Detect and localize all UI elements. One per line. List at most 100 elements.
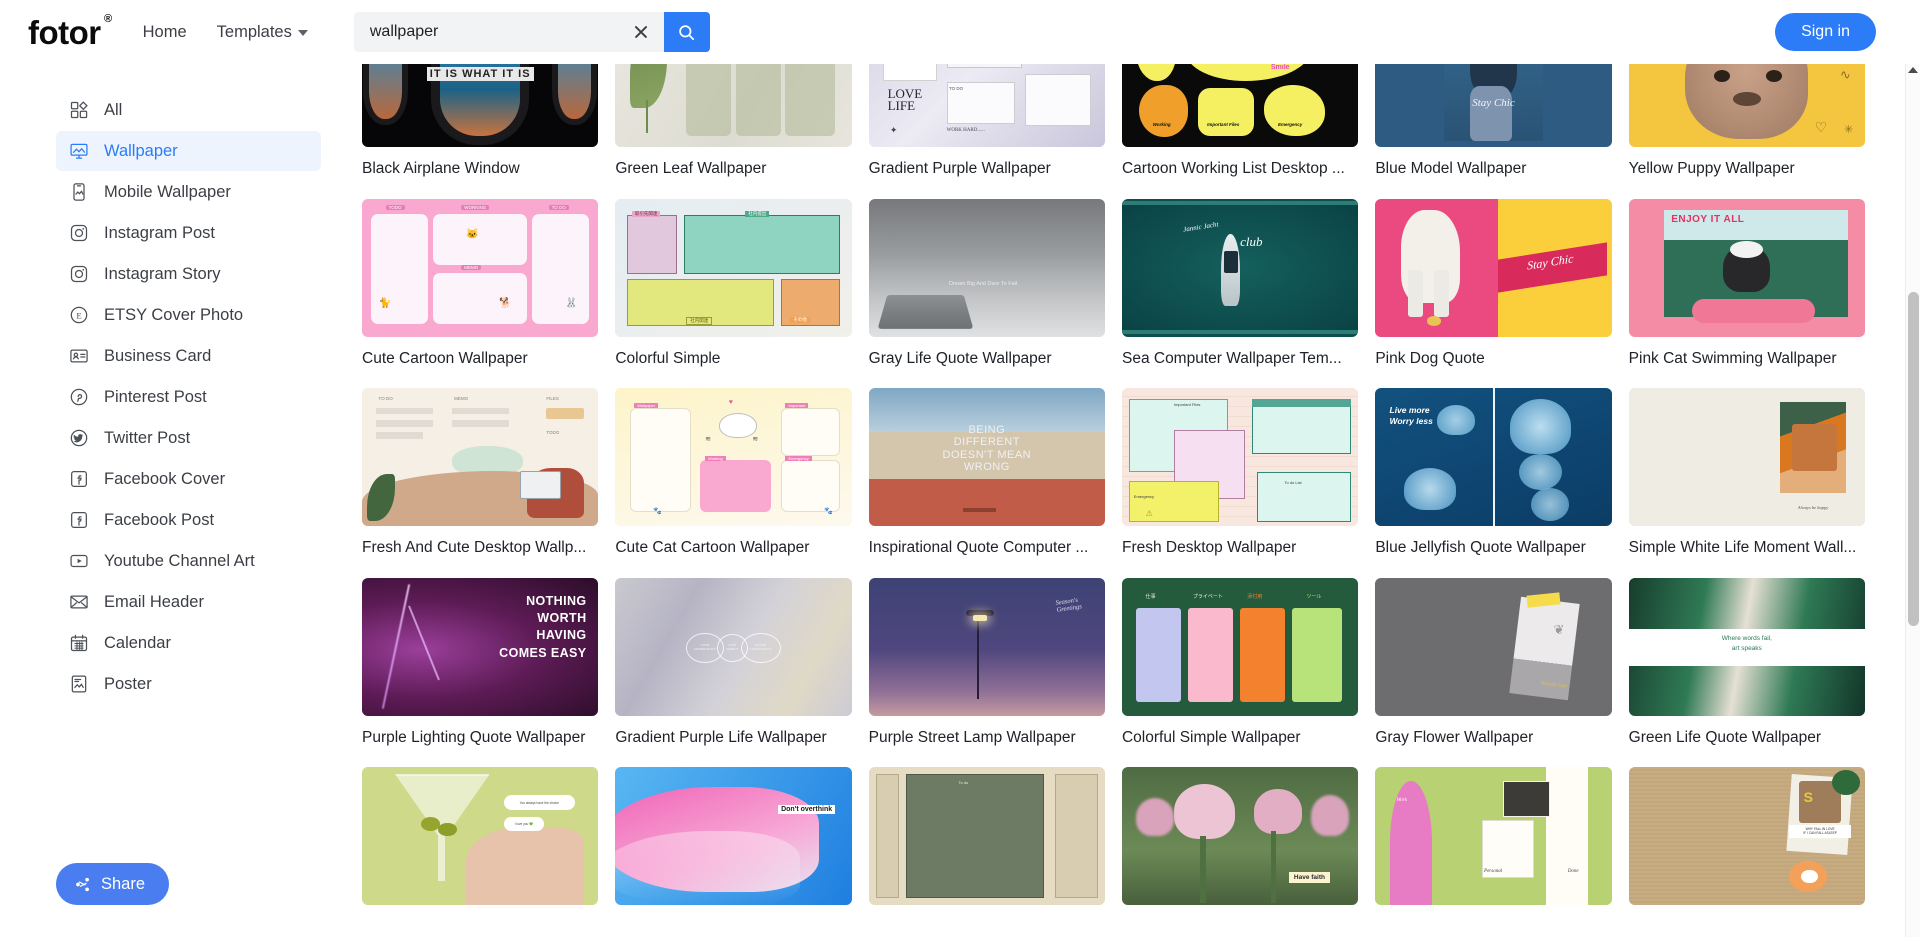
template-thumbnail[interactable]: Season's Greetings xyxy=(868,577,1105,716)
template-card[interactable]: Don't overthink xyxy=(615,767,852,937)
template-card[interactable]: 取引先関連 社内提出 社内関連 その他 Colorful Simple xyxy=(615,198,852,389)
template-thumbnail[interactable]: Don't overthink xyxy=(615,767,852,906)
close-icon[interactable] xyxy=(630,21,652,43)
template-thumbnail[interactable]: Work Personal Done xyxy=(1375,767,1612,906)
search-button[interactable] xyxy=(663,12,710,52)
template-card[interactable]: 仕事 プライベート 添付用 ツール Colorful Simple Wallpap… xyxy=(1121,577,1359,768)
sidebar-item-instagram-story[interactable]: Instagram Story xyxy=(56,254,321,294)
template-card-title: Black Airplane Window xyxy=(362,160,520,177)
template-thumbnail[interactable]: Working Personal To do xyxy=(615,64,852,147)
template-thumbnail[interactable]: ❦ Wanderlust xyxy=(1375,577,1612,716)
template-card[interactable]: BEING DIFFERENT DOESN'T MEAN WRONG Inspirat… xyxy=(868,388,1105,578)
sidebar-item-all[interactable]: All xyxy=(56,90,321,130)
sidebar-item-twitter-post[interactable]: Twitter Post xyxy=(56,418,321,458)
etsy-icon: E xyxy=(68,304,90,326)
fotor-logo[interactable]: fotor ® xyxy=(28,13,112,49)
template-card[interactable]: LOVE GENEROUSLY LIVE SIMPLY LEARN CONSTANTL… xyxy=(615,577,852,768)
search-input[interactable] xyxy=(369,23,630,41)
instagram-icon xyxy=(68,222,90,244)
sidebar-item-calendar[interactable]: Calendar xyxy=(56,623,321,663)
sidebar-item-youtube-channel-art[interactable]: Youtube Channel Art xyxy=(56,541,321,581)
template-card-title: Fresh Desktop Wallpaper xyxy=(1121,539,1297,557)
template-thumbnail[interactable]: Wallpaper Important Working Emergency ♥ … xyxy=(615,388,852,527)
search-box[interactable] xyxy=(353,12,664,52)
sidebar-item-mobile-wallpaper[interactable]: Mobile Wallpaper xyxy=(56,172,321,212)
template-card[interactable]: Wallpaper Important Working Emergency ♥ … xyxy=(615,388,852,578)
template-thumbnail[interactable]: Stay Chic xyxy=(1375,64,1612,147)
nav-item-templates[interactable]: Templates xyxy=(217,23,308,42)
template-card[interactable]: Always be happy Simple White Life Moment … xyxy=(1628,388,1865,578)
template-thumbnail[interactable]: You always have the choice I love you 💚 xyxy=(362,767,599,906)
template-card[interactable]: Stay Chic Pink Dog Quote xyxy=(1375,198,1612,389)
instagram-icon xyxy=(68,263,90,285)
template-thumbnail[interactable]: Live more Worry less xyxy=(1375,388,1612,527)
template-card[interactable]: TODO WORKING TO DO MEMO 🐱 🐈 🐕 🐰 Cute Cart… xyxy=(362,198,599,389)
template-thumbnail[interactable]: IT IS WHAT IT IS xyxy=(362,64,599,147)
sidebar-item-facebook-cover[interactable]: Facebook Cover xyxy=(56,459,321,499)
template-card[interactable]: Working Personal To do Green Leaf Wallpap… xyxy=(615,64,852,199)
pinterest-icon xyxy=(68,386,90,408)
sidebar-item-email-header[interactable]: Email Header xyxy=(56,582,321,622)
template-thumbnail[interactable]: BEING DIFFERENT DOESN'T MEAN WRONG xyxy=(868,388,1105,527)
template-card[interactable]: Work Personal Done xyxy=(1375,767,1612,937)
scrollbar-thumb[interactable] xyxy=(1908,292,1919,626)
template-thumbnail[interactable]: Stay Cute ∿ ♡ ✳ ∕∕ xyxy=(1628,64,1865,147)
sidebar-item-pinterest-post[interactable]: Pinterest Post xyxy=(56,377,321,417)
template-thumbnail[interactable]: Stay Chic xyxy=(1375,198,1612,337)
nav-item-home[interactable]: Home xyxy=(143,23,187,42)
sidebar-item-etsy-cover-photo[interactable]: E ETSY Cover Photo xyxy=(56,295,321,335)
search-area xyxy=(353,12,710,52)
sidebar-item-business-card[interactable]: Business Card xyxy=(56,336,321,376)
template-results-panel[interactable]: IT IS WHAT IT IS Black Airplane Window Wo… xyxy=(345,64,1905,937)
template-card[interactable]: You always have the choice I love you 💚 xyxy=(362,767,599,937)
template-card[interactable]: To do To review Working Important Files … xyxy=(1121,64,1359,199)
sidebar-item-facebook-post[interactable]: Facebook Post xyxy=(56,500,321,540)
template-card[interactable]: IT IS WHAT IT IS Black Airplane Window xyxy=(362,64,599,199)
template-card[interactable]: Important Files To do List Emergency ⚠ Fr… xyxy=(1121,388,1359,578)
template-thumbnail[interactable]: 取引先関連 社内提出 社内関連 その他 xyxy=(615,198,852,337)
template-card[interactable]: Where words fail, art speaks Green Life Qu… xyxy=(1628,577,1865,768)
template-card[interactable]: Have faith xyxy=(1121,767,1359,937)
template-thumbnail[interactable]: S WHY FALL IN LOVE IF I CAN FALL ASLEEP xyxy=(1628,767,1865,906)
template-card[interactable]: Live more Worry less Blue Jellyfish Quote … xyxy=(1375,388,1612,578)
template-card[interactable]: ENJOY IT ALL Pink Cat Swimming Wallpaper xyxy=(1628,198,1865,389)
template-card[interactable]: ❦ Wanderlust Gray Flower Wallpaper xyxy=(1375,577,1612,768)
template-thumbnail[interactable]: LOVE GENEROUSLY LIVE SIMPLY LEARN CONSTANTL… xyxy=(615,577,852,716)
template-card[interactable]: Stay Chic Blue Model Wallpaper xyxy=(1375,64,1612,199)
sign-in-button[interactable]: Sign in xyxy=(1775,13,1876,51)
template-card-title: Pink Dog Quote xyxy=(1375,349,1485,367)
template-thumbnail[interactable]: TODO WORKING TO DO MEMO 🐱 🐈 🐕 🐰 xyxy=(362,198,599,337)
caret-up-icon[interactable] xyxy=(1908,67,1918,73)
sidebar-item-poster[interactable]: Poster xyxy=(56,664,321,704)
template-thumbnail[interactable]: To do xyxy=(868,767,1105,906)
template-thumbnail[interactable]: 仕事 プライベート 添付用 ツール xyxy=(1121,577,1359,716)
template-thumbnail[interactable]: To do To review Working Important Files … xyxy=(1121,64,1359,147)
template-thumbnail[interactable]: Jannic Jacht club xyxy=(1121,198,1359,337)
template-thumbnail[interactable]: Always be happy xyxy=(1628,388,1865,527)
sidebar-item-label: Mobile Wallpaper xyxy=(104,182,231,201)
template-card[interactable]: NOTHING WORTH HAVING COMES EASY Purple Light… xyxy=(362,577,599,768)
share-button[interactable]: Share xyxy=(56,863,170,905)
template-card[interactable]: To do xyxy=(868,767,1105,937)
template-card[interactable]: Season's Greetings Purple Street Lamp Wall… xyxy=(868,577,1105,768)
calendar-icon xyxy=(68,632,90,654)
grid-icon xyxy=(68,99,90,121)
template-card[interactable]: TO DO MEMO FILES TODO Fresh And Cute Des… xyxy=(362,388,599,578)
template-thumbnail[interactable]: Have faith xyxy=(1121,767,1359,906)
template-thumbnail[interactable]: TO DO MEMO FILES TODO xyxy=(362,388,599,527)
template-card[interactable]: PERSONAL WORKING TO DO FIGHTING LOVELIFE… xyxy=(868,64,1105,199)
template-thumbnail[interactable]: Dream Big And Dare To Fail xyxy=(868,198,1105,337)
sidebar-item-wallpaper[interactable]: Wallpaper xyxy=(56,131,321,171)
template-card[interactable]: S WHY FALL IN LOVE IF I CAN FALL ASLEEP xyxy=(1628,767,1865,937)
template-thumbnail[interactable]: Important Files To do List Emergency ⚠ xyxy=(1121,388,1359,527)
template-thumbnail[interactable]: ENJOY IT ALL xyxy=(1628,198,1865,337)
template-thumbnail[interactable]: NOTHING WORTH HAVING COMES EASY xyxy=(362,577,599,716)
sidebar-item-instagram-post[interactable]: Instagram Post xyxy=(56,213,321,253)
template-card[interactable]: Jannic Jacht club Sea Computer Wallpaper … xyxy=(1121,198,1359,389)
template-card[interactable]: Dream Big And Dare To Fail Gray Life Quot… xyxy=(868,198,1105,389)
page-scrollbar[interactable] xyxy=(1905,64,1920,937)
template-card[interactable]: Stay Cute ∿ ♡ ✳ ∕∕ Yellow Puppy Wallpaper xyxy=(1628,64,1865,199)
template-thumbnail[interactable]: Where words fail, art speaks xyxy=(1628,577,1865,716)
template-thumbnail[interactable]: PERSONAL WORKING TO DO FIGHTING LOVELIFE… xyxy=(868,64,1105,147)
template-card-title: Pink Cat Swimming Wallpaper xyxy=(1628,349,1837,367)
